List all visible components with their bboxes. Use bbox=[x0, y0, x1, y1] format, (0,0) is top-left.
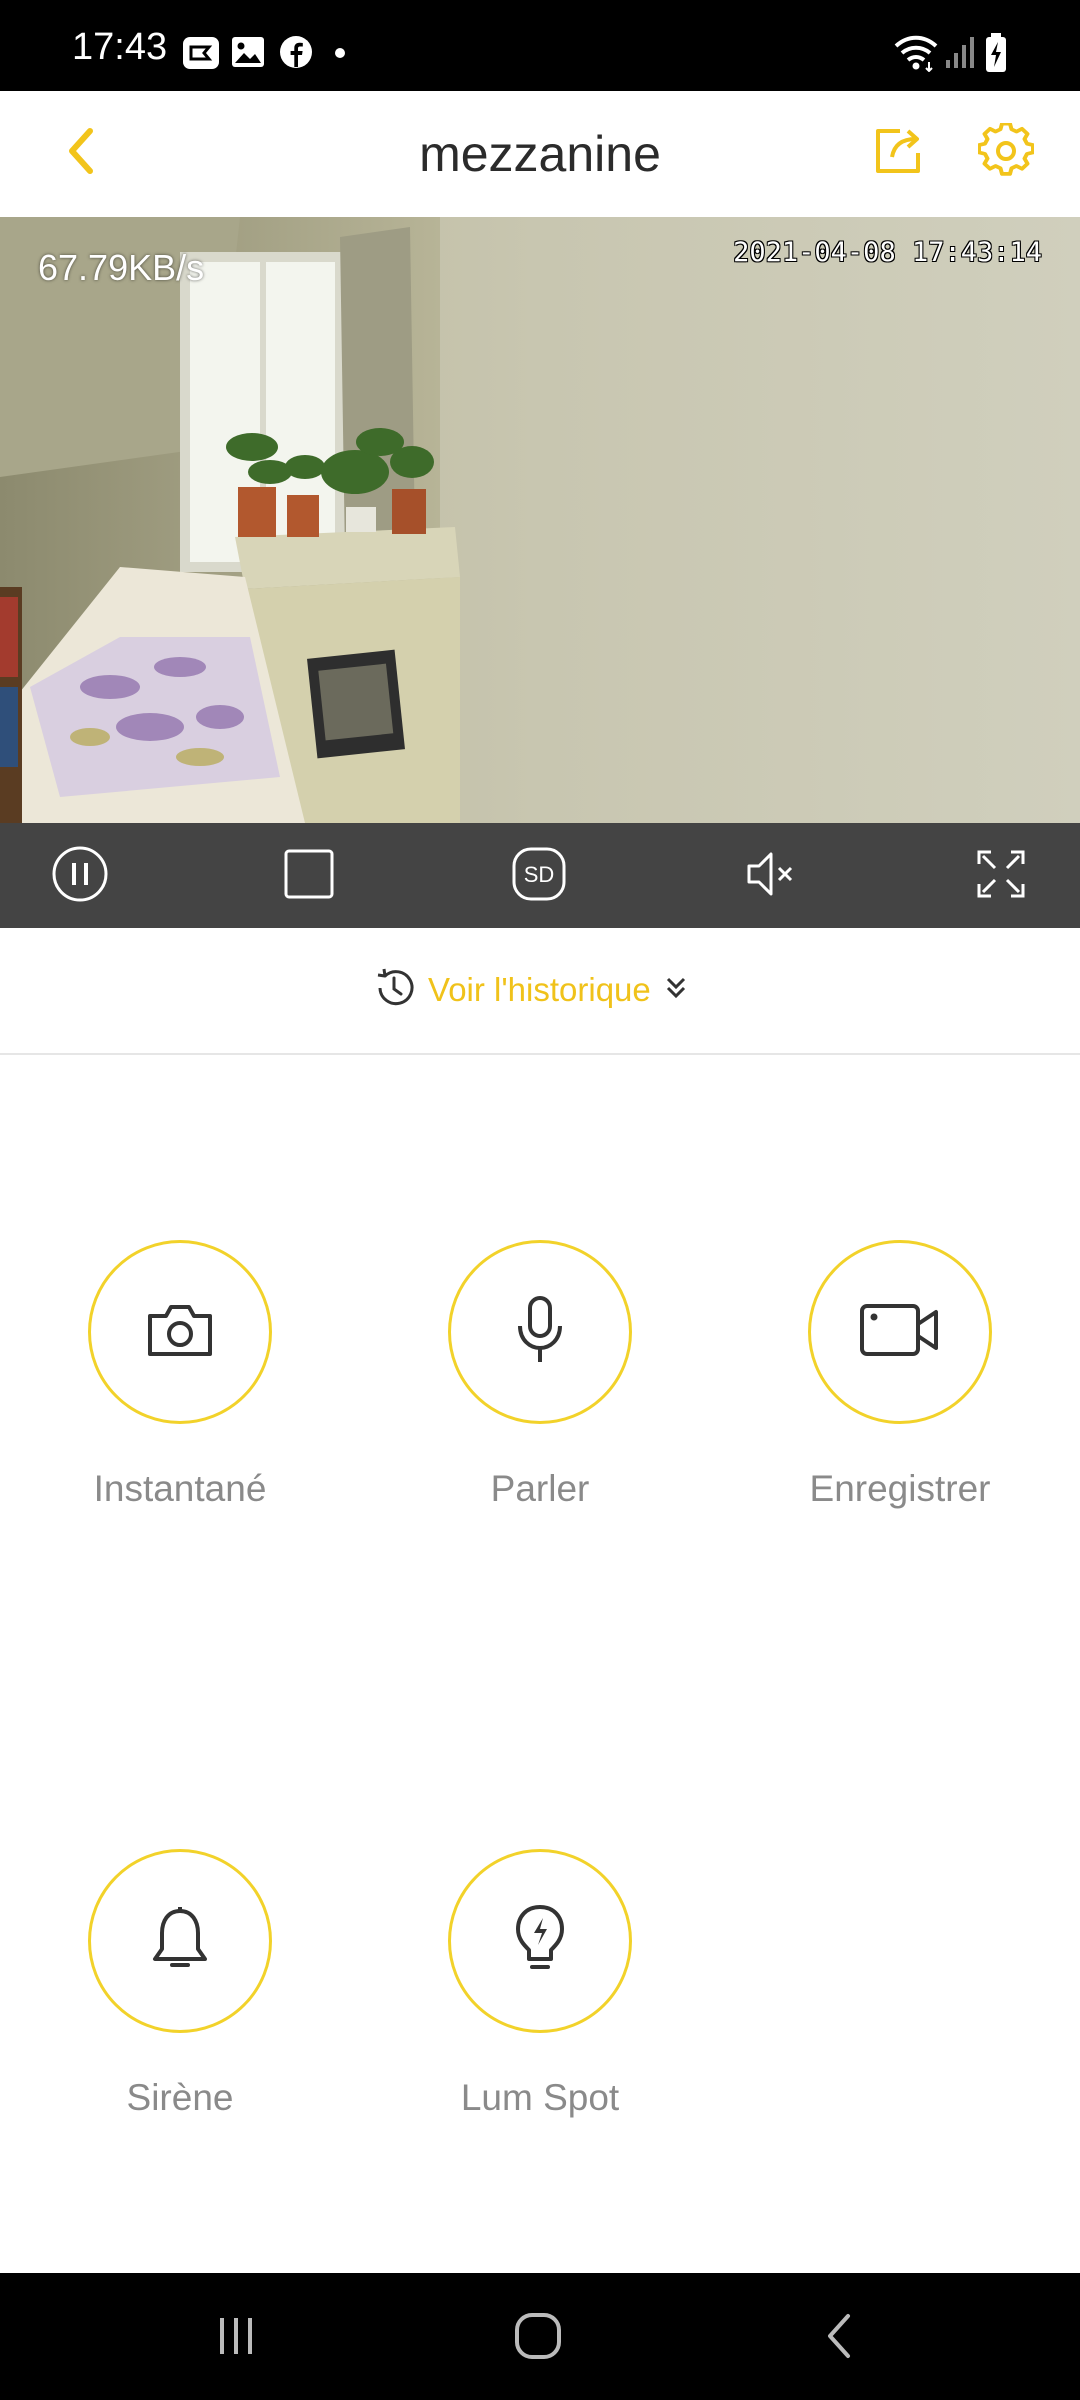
talk-label: Parler bbox=[490, 1468, 590, 1509]
wifi-icon bbox=[893, 32, 939, 73]
back-icon bbox=[820, 2312, 860, 2365]
home-icon bbox=[513, 2311, 563, 2366]
stop-button[interactable] bbox=[278, 845, 340, 907]
camera-icon bbox=[144, 1300, 216, 1365]
snapshot-action[interactable]: Instantané bbox=[50, 1240, 310, 1510]
siren-action[interactable]: Sirène bbox=[50, 1849, 310, 2119]
double-chevron-down-icon bbox=[665, 975, 687, 1006]
talk-action[interactable]: Parler bbox=[410, 1240, 670, 1510]
video-timestamp: 2021-04-08 17:43:14 bbox=[733, 237, 1042, 268]
settings-button[interactable] bbox=[974, 121, 1038, 185]
cell-signal-icon bbox=[944, 34, 976, 72]
recent-apps-icon bbox=[214, 2314, 258, 2363]
stop-icon bbox=[283, 848, 335, 905]
mute-icon bbox=[743, 846, 799, 907]
sd-quality-icon: SD bbox=[511, 846, 567, 907]
back-button[interactable] bbox=[50, 121, 114, 185]
spotlight-label: Lum Spot bbox=[460, 2077, 620, 2118]
status-time: 17:43 bbox=[72, 26, 168, 68]
bell-icon bbox=[150, 1905, 210, 1978]
home-button[interactable] bbox=[508, 2311, 568, 2365]
spotlight-button[interactable] bbox=[448, 1849, 632, 2033]
siren-label: Sirène bbox=[126, 2077, 234, 2118]
camera-feed-image bbox=[0, 217, 1080, 823]
history-bar: Voir l'historique bbox=[0, 928, 1080, 1055]
share-icon bbox=[870, 123, 926, 184]
video-camera-icon bbox=[858, 1302, 942, 1363]
chevron-left-icon bbox=[62, 125, 102, 182]
gallery-icon bbox=[230, 34, 266, 72]
lightbulb-icon bbox=[512, 1903, 568, 1980]
cast-app-icon bbox=[182, 34, 220, 72]
status-bar: 17:43 bbox=[0, 0, 1080, 91]
app-header: mezzanine bbox=[0, 91, 1080, 217]
spotlight-action[interactable]: Lum Spot bbox=[410, 1849, 670, 2119]
battery-charging-icon bbox=[984, 32, 1008, 72]
record-label: Enregistrer bbox=[809, 1468, 991, 1509]
pause-icon bbox=[51, 845, 109, 908]
gear-icon bbox=[977, 121, 1035, 184]
player-controls: SD bbox=[0, 823, 1080, 928]
record-button[interactable] bbox=[808, 1240, 992, 1424]
history-toggle[interactable]: Voir l'historique bbox=[372, 968, 687, 1012]
dot-icon bbox=[334, 46, 346, 84]
system-back-button[interactable] bbox=[810, 2311, 870, 2365]
share-button[interactable] bbox=[866, 121, 930, 185]
siren-button[interactable] bbox=[88, 1849, 272, 2033]
microphone-icon bbox=[512, 1294, 568, 1371]
snapshot-label: Instantané bbox=[93, 1468, 267, 1509]
mute-button[interactable] bbox=[740, 845, 802, 907]
history-clock-icon bbox=[372, 966, 416, 1015]
fullscreen-icon bbox=[975, 848, 1027, 905]
snapshot-button[interactable] bbox=[88, 1240, 272, 1424]
recent-apps-button[interactable] bbox=[206, 2311, 266, 2365]
page-title: mezzanine bbox=[419, 126, 661, 182]
bitrate-readout: 67.79KB/s bbox=[38, 247, 205, 288]
fullscreen-button[interactable] bbox=[970, 845, 1032, 907]
pause-button[interactable] bbox=[49, 845, 111, 907]
sd-label: SD bbox=[524, 862, 555, 887]
facebook-icon bbox=[278, 34, 314, 72]
record-action[interactable]: Enregistrer bbox=[770, 1240, 1030, 1510]
history-label: Voir l'historique bbox=[428, 971, 651, 1008]
talk-button[interactable] bbox=[448, 1240, 632, 1424]
system-nav-bar bbox=[0, 2273, 1080, 2400]
sd-quality-button[interactable]: SD bbox=[508, 845, 570, 907]
camera-live-view[interactable]: 67.79KB/s 2021-04-08 17:43:14 bbox=[0, 217, 1080, 823]
